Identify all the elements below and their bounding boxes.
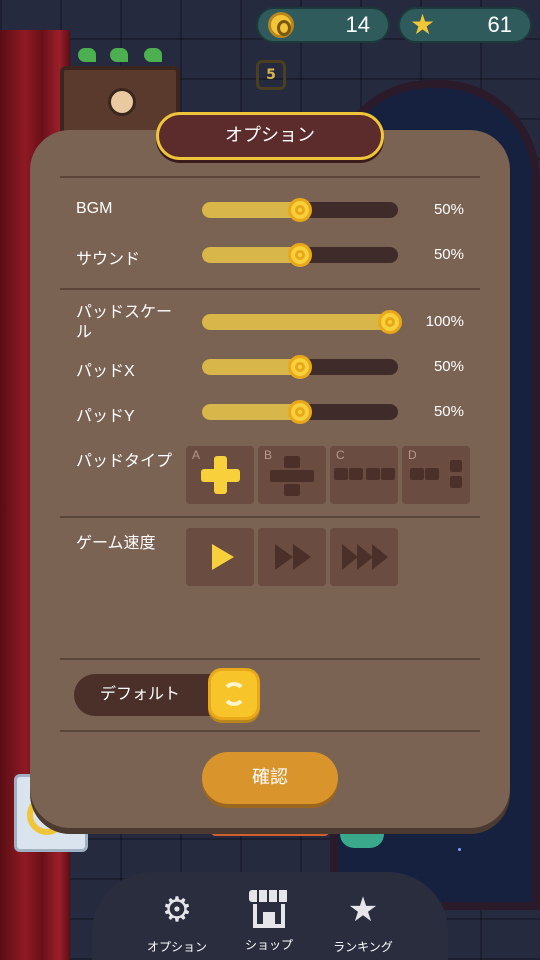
slider-fill bbox=[202, 202, 300, 218]
pad-type-letter: B bbox=[264, 448, 273, 462]
divider bbox=[60, 176, 480, 178]
coin-count: 14 bbox=[345, 12, 370, 37]
pad-type-option-d[interactable]: D bbox=[402, 446, 470, 504]
slider-knob[interactable] bbox=[288, 400, 312, 424]
divider bbox=[60, 658, 480, 660]
pad-layout-icon bbox=[270, 470, 314, 482]
slider-fill bbox=[202, 314, 398, 330]
play-icon bbox=[212, 544, 234, 570]
speed-fast-button[interactable] bbox=[258, 528, 326, 586]
pad-layout-icon bbox=[450, 460, 462, 472]
pad-scale-slider[interactable] bbox=[202, 310, 402, 334]
star-counter: ★ 61 bbox=[398, 7, 532, 43]
pad-type-option-a[interactable]: A bbox=[186, 446, 254, 504]
star-count: 61 bbox=[487, 12, 512, 37]
pad-y-slider[interactable] bbox=[202, 400, 398, 424]
sound-value: 50% bbox=[433, 246, 464, 263]
slider-fill bbox=[202, 359, 300, 375]
speed-normal-button[interactable] bbox=[186, 528, 254, 586]
pad-type-letter: A bbox=[192, 448, 201, 462]
sprout-icon bbox=[78, 48, 96, 62]
sound-label: サウンド bbox=[76, 251, 141, 268]
slider-knob[interactable] bbox=[288, 243, 312, 267]
fastest-forward-icon bbox=[342, 544, 358, 570]
slider-knob[interactable] bbox=[288, 198, 312, 222]
coin-counter: 14 bbox=[256, 7, 390, 43]
reset-default-button[interactable] bbox=[208, 668, 260, 720]
sound-slider[interactable] bbox=[202, 243, 398, 267]
confirm-button[interactable]: 確認 bbox=[202, 752, 338, 804]
slider-knob[interactable] bbox=[288, 355, 312, 379]
divider bbox=[60, 288, 480, 290]
pad-type-letter: D bbox=[408, 448, 417, 462]
game-speed-label: ゲーム速度 bbox=[76, 535, 156, 552]
sprout-icon bbox=[110, 48, 128, 62]
pad-y-label: パッドY bbox=[76, 408, 135, 425]
bgm-value: 50% bbox=[433, 201, 464, 218]
pad-type-label: パッドタイプ bbox=[76, 453, 173, 470]
divider bbox=[60, 730, 480, 732]
ranking-star-icon: ★ bbox=[347, 890, 379, 930]
nav-shop[interactable]: ショップ bbox=[224, 888, 314, 953]
coin-icon bbox=[268, 12, 294, 38]
nav-ranking-label: ランキング bbox=[333, 940, 393, 954]
pad-layout-icon bbox=[410, 468, 424, 480]
fast-forward-icon bbox=[275, 544, 293, 570]
pad-layout-icon bbox=[349, 468, 363, 480]
options-title: オプション bbox=[156, 112, 384, 160]
slider-knob[interactable] bbox=[378, 310, 402, 334]
dpad-icon bbox=[201, 469, 240, 482]
level-number: 5 bbox=[256, 60, 286, 90]
pad-type-letter: C bbox=[336, 448, 345, 462]
pad-x-slider[interactable] bbox=[202, 355, 398, 379]
sprout-icon bbox=[144, 48, 162, 62]
bottom-nav: ⚙ オプション ショップ ★ ランキング bbox=[92, 872, 448, 960]
fastest-forward-icon bbox=[372, 544, 388, 570]
pad-x-label: パッドX bbox=[76, 363, 135, 380]
pad-layout-icon bbox=[381, 468, 395, 480]
bgm-slider[interactable] bbox=[202, 198, 398, 222]
pad-layout-icon bbox=[284, 484, 300, 496]
speed-fastest-button[interactable] bbox=[330, 528, 398, 586]
slider-fill bbox=[202, 404, 300, 420]
pad-layout-icon bbox=[366, 468, 380, 480]
nav-shop-label: ショップ bbox=[244, 938, 293, 952]
pad-scale-value: 100% bbox=[425, 313, 464, 330]
pad-y-value: 50% bbox=[433, 403, 464, 420]
pad-layout-icon bbox=[334, 468, 348, 480]
nav-options-label: オプション bbox=[146, 940, 207, 954]
lock-icon bbox=[108, 88, 136, 116]
bgm-label: BGM bbox=[76, 200, 113, 217]
fastest-forward-icon bbox=[357, 544, 373, 570]
fast-forward-icon bbox=[293, 544, 311, 570]
pad-layout-icon bbox=[450, 476, 462, 488]
slider-fill bbox=[202, 247, 300, 263]
pad-layout-icon bbox=[425, 468, 439, 480]
pad-type-option-b[interactable]: B bbox=[258, 446, 326, 504]
nav-ranking[interactable]: ★ ランキング bbox=[318, 888, 408, 955]
pad-layout-icon bbox=[284, 456, 300, 468]
gear-icon: ⚙ bbox=[161, 890, 193, 930]
star-icon: ★ bbox=[410, 8, 436, 41]
pad-x-value: 50% bbox=[433, 358, 464, 375]
star-dot bbox=[458, 848, 461, 851]
pad-type-option-c[interactable]: C bbox=[330, 446, 398, 504]
divider bbox=[60, 516, 480, 518]
refresh-icon bbox=[222, 682, 246, 706]
nav-options[interactable]: ⚙ オプション bbox=[132, 888, 222, 955]
shop-icon bbox=[249, 890, 289, 930]
pad-scale-label: パッドスケール bbox=[76, 304, 173, 341]
